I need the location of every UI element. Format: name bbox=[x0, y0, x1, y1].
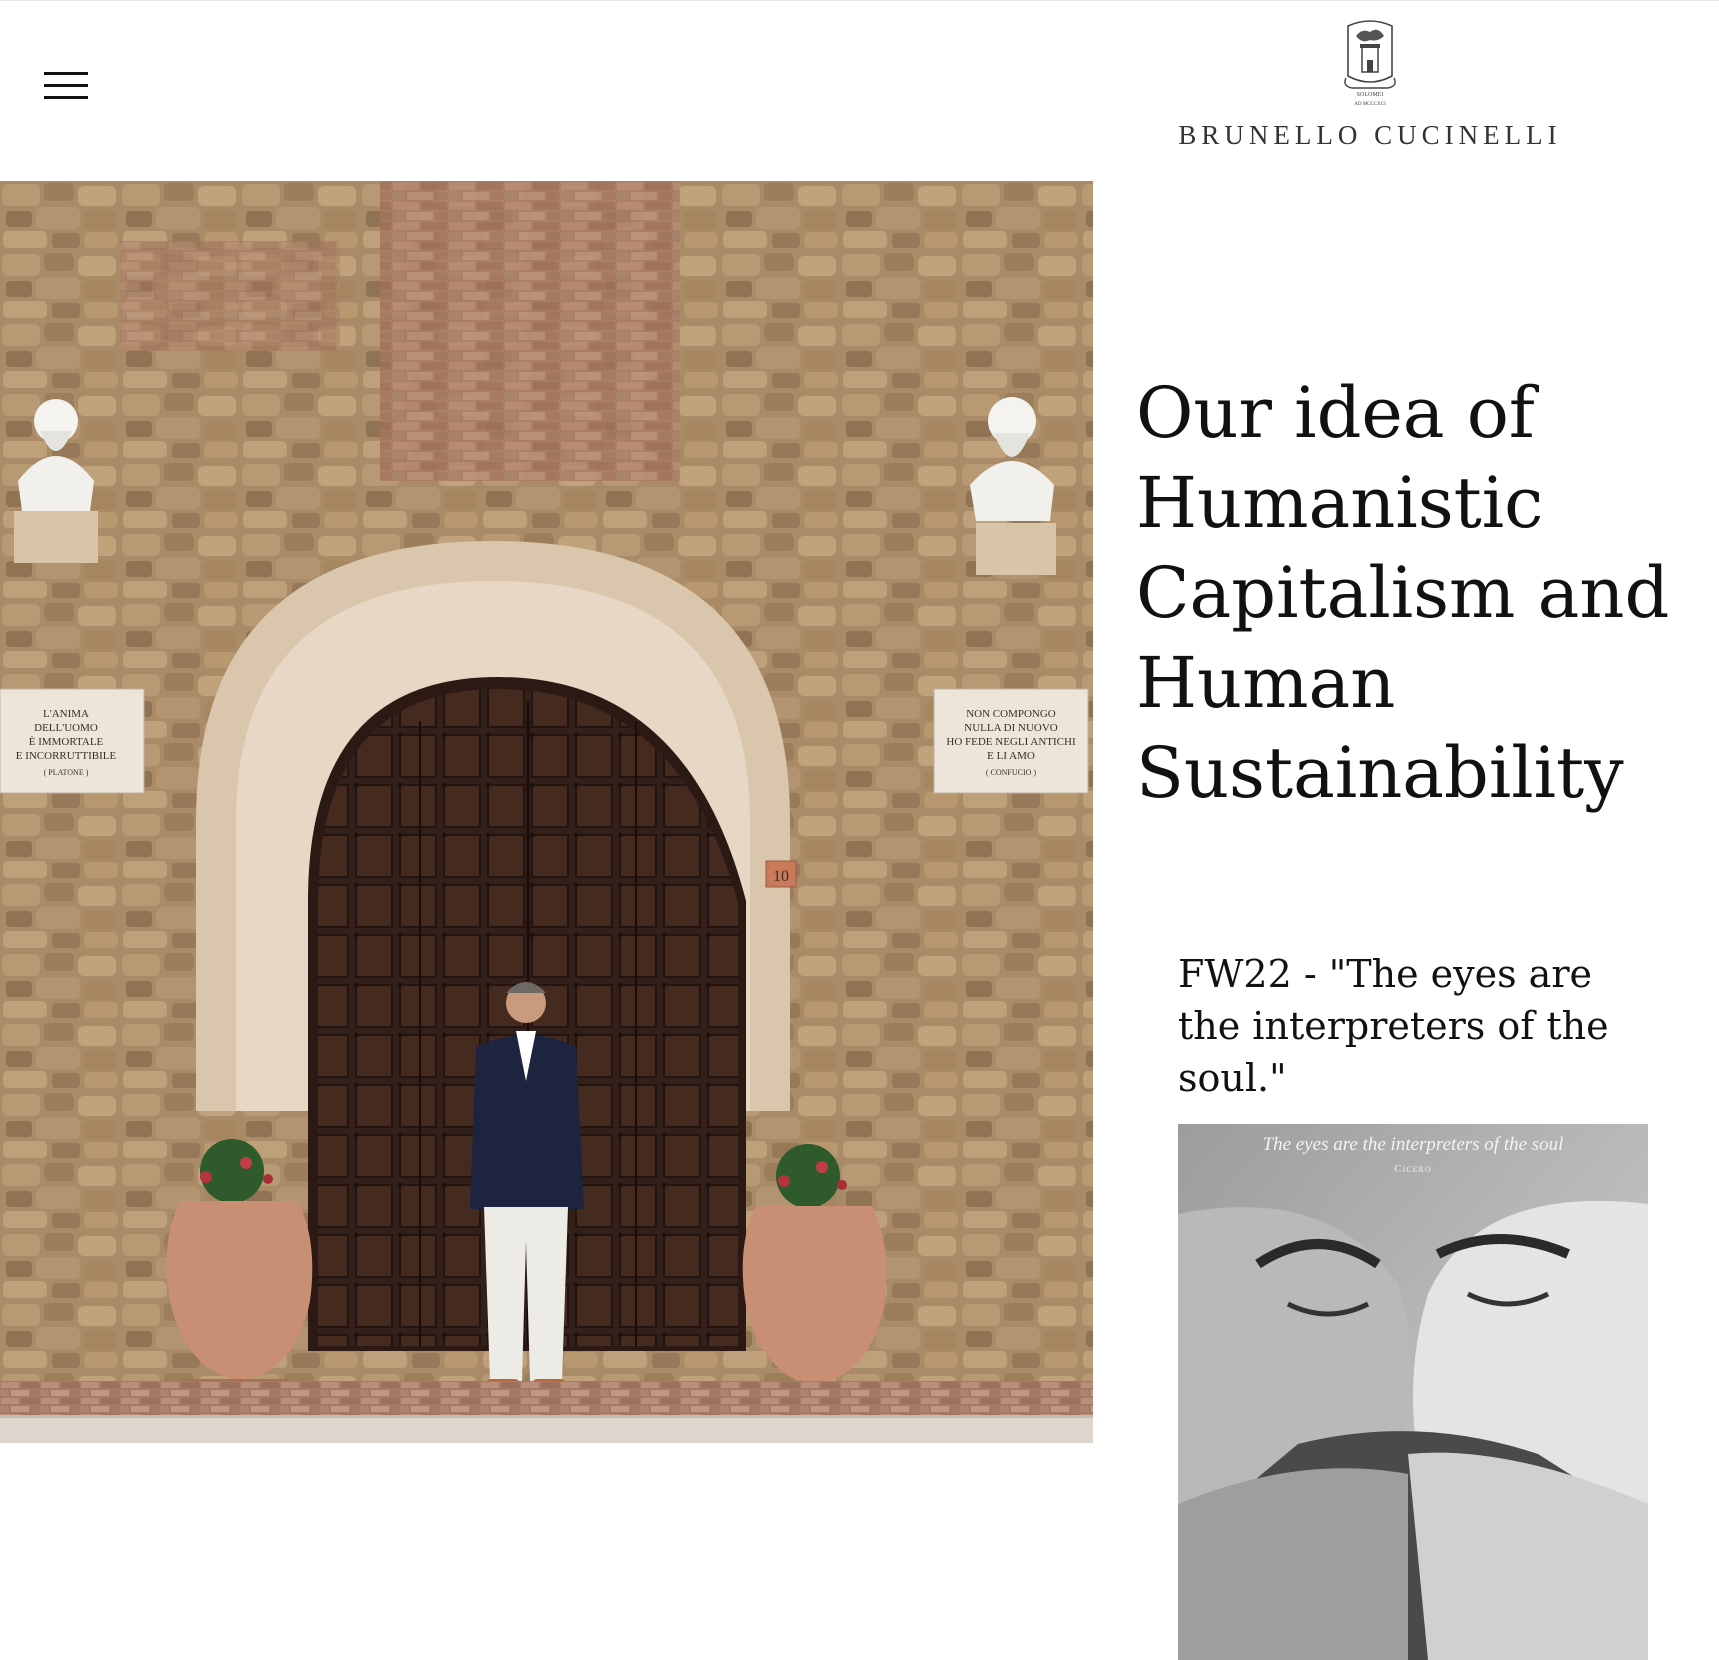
faces-illustration bbox=[1178, 1124, 1648, 1660]
story-title-line: the interpreters of the bbox=[1178, 1004, 1609, 1048]
brand-logo[interactable]: SOLOMEI AD MCCCXCI BRUNELLO CUCINELLI bbox=[1165, 18, 1575, 153]
headline-line: Human bbox=[1136, 642, 1396, 724]
menu-line bbox=[44, 84, 88, 87]
crest-year: AD MCCCXCI bbox=[1354, 102, 1386, 107]
plaque-right-line: E LI AMO bbox=[987, 750, 1035, 762]
plaque-left-line: È IMMORTALE bbox=[29, 736, 104, 748]
headline-line: Our idea of bbox=[1136, 372, 1535, 454]
headline-line: Sustainability bbox=[1136, 732, 1624, 814]
hero-image[interactable]: 10 L'ANIMA DELL'UOMO È IMMORTALE E INCOR… bbox=[0, 181, 1093, 1443]
menu-line bbox=[44, 72, 88, 75]
plaque-left: L'ANIMA DELL'UOMO È IMMORTALE E INCORRUT… bbox=[0, 688, 145, 794]
story-image-author: Cicero bbox=[1394, 1163, 1432, 1175]
top-border bbox=[0, 0, 1719, 1]
plaque-left-line: DELL'UOMO bbox=[34, 722, 98, 734]
plaque-right-line: NULLA DI NUOVO bbox=[964, 722, 1058, 734]
headline-line: Capitalism and bbox=[1136, 552, 1670, 634]
menu-line bbox=[44, 96, 88, 99]
plaque-left-line: L'ANIMA bbox=[43, 708, 89, 720]
plaque-right: NON COMPONGO NULLA DI NUOVO HO FEDE NEGL… bbox=[933, 688, 1089, 794]
door-number: 10 bbox=[773, 868, 789, 885]
plaque-right-line: HO FEDE NEGLI ANTICHI bbox=[946, 736, 1076, 748]
story-title-line: soul." bbox=[1178, 1056, 1287, 1100]
headline-line: Humanistic bbox=[1136, 462, 1544, 544]
plaque-right-line: NON COMPONGO bbox=[966, 708, 1056, 720]
story-title-line: FW22 - "The eyes are bbox=[1178, 952, 1592, 996]
plaque-right-author: ( CONFUCIO ) bbox=[986, 768, 1037, 777]
page-headline: Our idea of Humanistic Capitalism and Hu… bbox=[1136, 368, 1696, 818]
hamburger-menu-icon[interactable] bbox=[44, 70, 90, 104]
crest-motto: SOLOMEI bbox=[1357, 92, 1384, 98]
brand-name: BRUNELLO CUCINELLI bbox=[1178, 120, 1562, 150]
story-image-caption: The eyes are the interpreters of the sou… bbox=[1262, 1134, 1564, 1155]
story-image[interactable]: The eyes are the interpreters of the sou… bbox=[1178, 1124, 1648, 1660]
crest-icon: SOLOMEI AD MCCCXCI bbox=[1344, 20, 1396, 107]
plaque-left-author: ( PLATONE ) bbox=[44, 768, 89, 777]
story-title-link[interactable]: FW22 - "The eyes are the interpreters of… bbox=[1178, 948, 1698, 1104]
plaque-left-line: E INCORRUTTIBILE bbox=[16, 750, 117, 762]
